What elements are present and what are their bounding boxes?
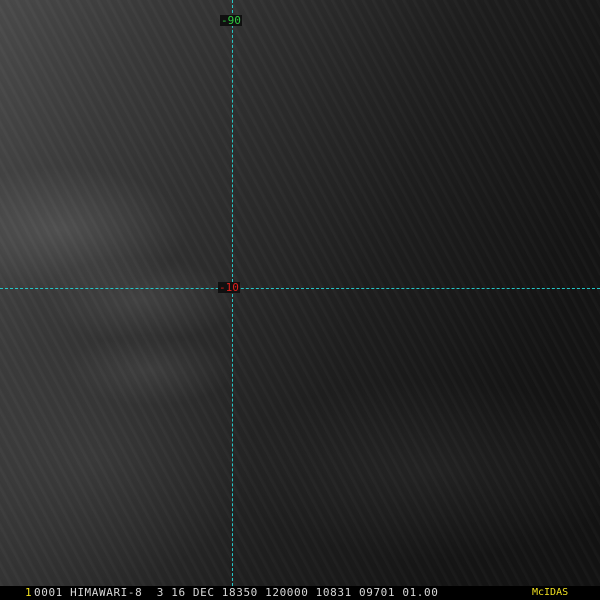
frame-number: 1: [25, 586, 32, 599]
latitude-label: -10: [218, 281, 240, 294]
image-viewport[interactable]: -90 -10 1 0001 HIMAWARI-8 3 16 DEC 18350…: [0, 0, 600, 600]
status-bar: 1 0001 HIMAWARI-8 3 16 DEC 18350 120000 …: [0, 586, 600, 600]
longitude-label: -90: [220, 14, 242, 27]
software-label: McIDAS: [532, 587, 569, 598]
cloud-texture: [0, 0, 600, 586]
latitude-grid-line: [0, 288, 600, 289]
image-header-text: 0001 HIMAWARI-8 3 16 DEC 18350 120000 10…: [34, 586, 439, 599]
